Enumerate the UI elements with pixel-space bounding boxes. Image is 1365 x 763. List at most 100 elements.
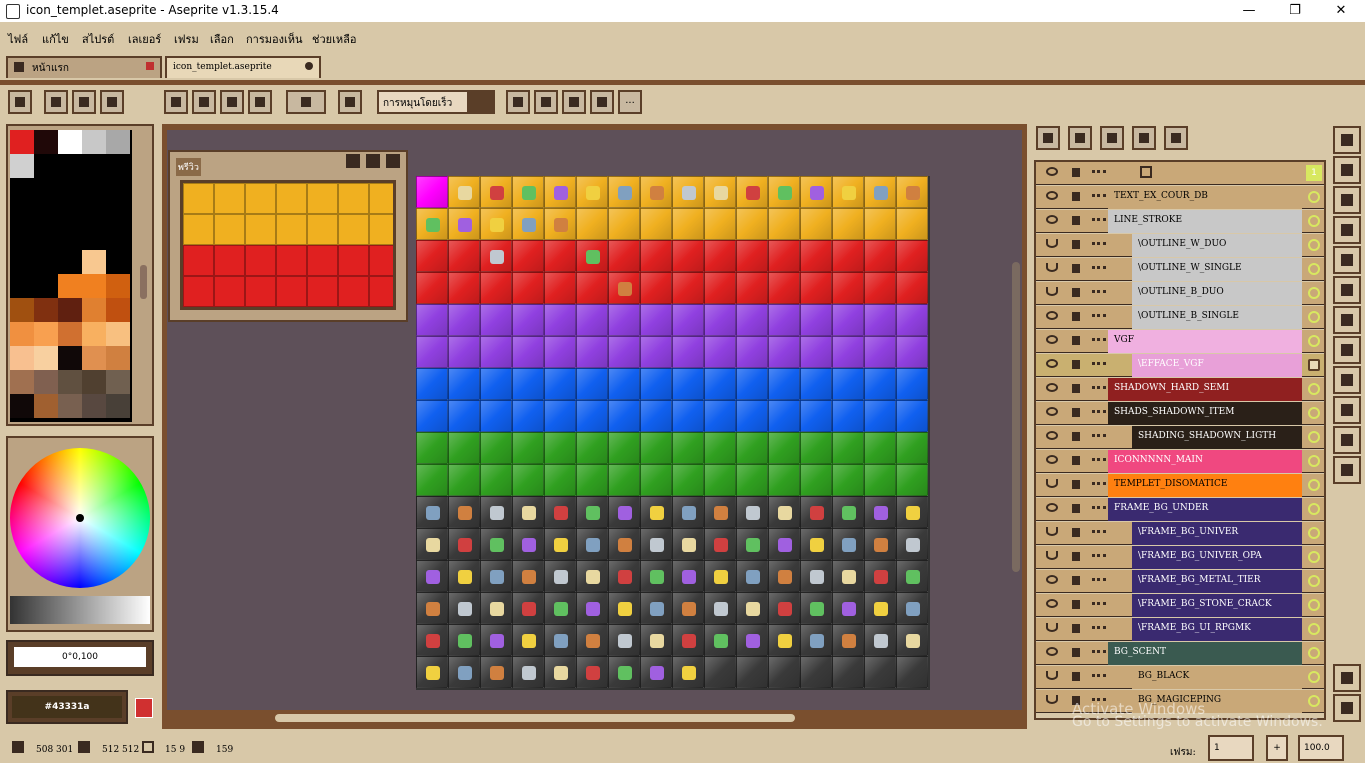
paint-bucket-tool-icon[interactable] <box>1333 306 1361 334</box>
chevron-down-icon[interactable] <box>467 92 493 112</box>
palette-scrollbar[interactable] <box>140 265 147 299</box>
cel-icon[interactable] <box>1308 335 1320 347</box>
eye-icon[interactable] <box>1046 575 1058 584</box>
transparent-color-icon[interactable] <box>286 90 326 114</box>
palette-swatches[interactable] <box>10 130 132 422</box>
layer-name-box[interactable]: \FRAME_BG_METAL_TIER <box>1132 570 1302 593</box>
first-frame-icon[interactable] <box>1036 126 1060 150</box>
palette-swatch[interactable] <box>10 394 34 418</box>
cel-icon[interactable] <box>1308 503 1320 515</box>
eye-icon[interactable] <box>1046 599 1058 608</box>
eye-icon[interactable] <box>1046 167 1058 176</box>
palette-swatch[interactable] <box>58 322 82 346</box>
eye-icon[interactable] <box>1046 623 1058 632</box>
lock-icon[interactable] <box>1072 384 1080 393</box>
palette-swatch[interactable] <box>10 370 34 394</box>
flip-icon[interactable] <box>562 90 586 114</box>
palette-swatch[interactable] <box>58 394 82 418</box>
eye-icon[interactable] <box>1046 359 1058 368</box>
layer-name-box[interactable]: VGF <box>1108 330 1302 353</box>
close-button[interactable]: ✕ <box>1318 0 1364 22</box>
palette-swatch[interactable] <box>82 346 106 370</box>
continuous-icon[interactable] <box>1092 482 1106 491</box>
eye-icon[interactable] <box>1046 239 1058 248</box>
layer-row[interactable]: LINE_STROKE <box>1036 210 1324 233</box>
preview-options-icon[interactable] <box>346 154 360 168</box>
continuous-icon[interactable] <box>1092 242 1106 251</box>
continuous-icon[interactable] <box>1092 290 1106 299</box>
layer-row[interactable]: \FRAME_BG_UI_RPGMK <box>1036 618 1324 641</box>
palette-swatch[interactable] <box>34 370 58 394</box>
continuous-icon[interactable] <box>1092 458 1106 467</box>
lock-icon[interactable] <box>1072 336 1080 345</box>
spray-tool-icon[interactable] <box>1333 396 1361 424</box>
eye-icon[interactable] <box>1046 479 1058 488</box>
eye-icon[interactable] <box>1046 311 1058 320</box>
eye-icon[interactable] <box>1046 551 1058 560</box>
menu-view[interactable]: การมองเห็น <box>246 30 303 48</box>
eye-icon[interactable] <box>1046 503 1058 512</box>
layer-name-box[interactable]: SHADS_SHADOWN_ITEM <box>1108 402 1302 425</box>
continuous-icon[interactable] <box>1092 602 1106 611</box>
eye-icon[interactable] <box>1046 383 1058 392</box>
tab-home[interactable]: หน้าแรก <box>6 56 162 78</box>
menu-layer[interactable]: เลเยอร์ <box>128 30 161 48</box>
layer-row[interactable]: \OUTLINE_W_SINGLE <box>1036 258 1324 281</box>
brightness-strip[interactable] <box>10 596 150 624</box>
layer-row[interactable]: SHADS_SHADOWN_ITEM <box>1036 402 1324 425</box>
menu-file[interactable]: ไฟล์ <box>8 30 28 48</box>
menu-sprite[interactable]: สไปรต์ <box>82 30 114 48</box>
layer-row[interactable]: \OUTLINE_W_DUO <box>1036 234 1324 257</box>
menu-edit[interactable]: แก้ไข <box>42 30 69 48</box>
palette-swatch[interactable] <box>106 298 130 322</box>
minimize-button[interactable]: — <box>1226 0 1272 22</box>
timeline-toggle-icon[interactable] <box>1333 664 1361 692</box>
layer-row[interactable]: BG_BLACK <box>1036 666 1324 689</box>
cel-icon[interactable] <box>1308 263 1320 275</box>
cel-icon[interactable] <box>1308 479 1320 491</box>
layer-name-box[interactable]: \FRAME_BG_UI_RPGMK <box>1132 618 1302 641</box>
palette-swatch[interactable] <box>10 346 34 370</box>
cel-icon[interactable] <box>1308 575 1320 587</box>
palette-swatch[interactable] <box>34 298 58 322</box>
horizontal-scrollbar[interactable] <box>275 714 795 722</box>
frame-input[interactable]: 1 <box>1208 735 1254 761</box>
lock-icon[interactable] <box>1072 456 1080 465</box>
palette-swatch[interactable] <box>34 322 58 346</box>
palette-swatch[interactable] <box>58 274 82 298</box>
layer-opacity-icon[interactable] <box>1140 166 1152 178</box>
menu-frame[interactable]: เฟรม <box>174 30 199 48</box>
continuous-icon[interactable] <box>1092 506 1106 515</box>
palette-swatch[interactable] <box>58 346 82 370</box>
layer-name-box[interactable]: \FRAME_BG_UNIVER_OPA <box>1132 546 1302 569</box>
move-tool-icon[interactable] <box>1333 276 1361 304</box>
layer-name-box[interactable]: \FRAME_BG_UNIVER <box>1132 522 1302 545</box>
eye-icon[interactable] <box>1046 455 1058 464</box>
lock-icon[interactable] <box>1072 312 1080 321</box>
palette-swatch[interactable] <box>82 322 106 346</box>
play-icon[interactable] <box>1100 126 1124 150</box>
continuous-icon[interactable] <box>1092 194 1106 203</box>
eye-icon[interactable] <box>1046 527 1058 536</box>
eye-icon[interactable] <box>1046 215 1058 224</box>
layer-row[interactable]: TEXT_EX_COUR_DB <box>1036 186 1324 209</box>
palette-swatch[interactable] <box>106 274 130 298</box>
layer-row[interactable]: \FRAME_BG_UNIVER <box>1036 522 1324 545</box>
layer-name-box[interactable]: SHADING_SHADOWN_LIGTH <box>1132 426 1302 449</box>
palette-swatch[interactable] <box>82 274 106 298</box>
menu-help[interactable]: ช่วยเหลือ <box>312 30 356 48</box>
layer-row[interactable]: FRAME_BG_UNDER <box>1036 498 1324 521</box>
tab-modified-icon[interactable] <box>305 62 313 70</box>
rectangle-tool-icon[interactable] <box>1333 366 1361 394</box>
layer-name-box[interactable]: BG_SCENT <box>1108 642 1302 665</box>
palette-swatch[interactable] <box>34 346 58 370</box>
eye-icon[interactable] <box>1046 263 1058 272</box>
zoom-tool-icon[interactable] <box>1333 246 1361 274</box>
continuous-icon[interactable] <box>1092 314 1106 323</box>
lock-icon[interactable] <box>1072 168 1080 177</box>
lock-icon[interactable] <box>1072 648 1080 657</box>
layer-row[interactable]: \FRAME_BG_STONE_CRACK <box>1036 594 1324 617</box>
continuous-icon[interactable] <box>1092 434 1106 443</box>
pencil-tool-icon[interactable] <box>1333 156 1361 184</box>
lock-icon[interactable] <box>1072 552 1080 561</box>
